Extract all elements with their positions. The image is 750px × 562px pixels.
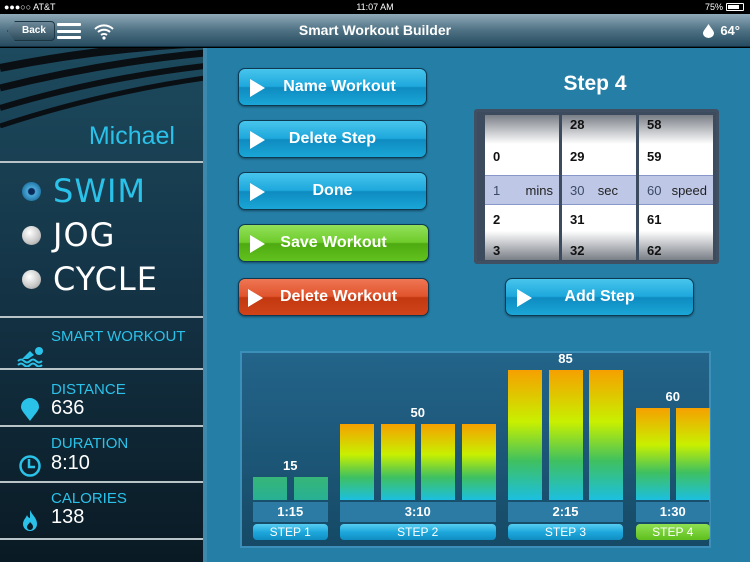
clock-icon <box>19 455 41 477</box>
step-title: Step 4 <box>563 72 627 95</box>
picker-selection: 30 sec <box>562 175 636 205</box>
bar-value-label: 85 <box>558 350 573 366</box>
picker-selection: 60 speed <box>639 175 713 205</box>
play-icon <box>250 79 265 97</box>
chart-bar <box>548 369 583 500</box>
chart-bar <box>380 423 415 500</box>
divider <box>0 538 205 540</box>
play-icon <box>250 183 265 201</box>
chart-bar <box>421 423 455 500</box>
chart-bar <box>461 423 496 500</box>
picker-column-sec[interactable]: 28 29 30 sec 31 32 <box>562 115 636 260</box>
divider <box>0 316 205 318</box>
add-step-button[interactable]: Add Step <box>505 278 694 316</box>
step-duration-label: 1:15 <box>253 502 328 522</box>
status-bar: ●●●○○ AT&T 11:07 AM 75% <box>0 0 750 14</box>
picker-column-mins[interactable]: 0 1 mins 2 3 <box>485 115 559 260</box>
radio-icon <box>22 269 41 289</box>
user-name: Michael <box>88 122 175 150</box>
back-button[interactable]: Back <box>7 21 55 41</box>
wifi-icon[interactable] <box>94 22 114 40</box>
step-duration-label: 2:15 <box>508 502 623 522</box>
chart-bar <box>340 423 374 500</box>
decorative-swoosh <box>0 48 205 128</box>
name-workout-button[interactable]: Name Workout <box>238 68 427 106</box>
location-pin-icon <box>21 398 39 421</box>
divider <box>0 481 205 483</box>
workout-step-chart: 15 1:15 STEP 1 50 3:10 STEP 2 85 2:15 STEP 3 60 1:… <box>240 351 711 548</box>
radio-icon <box>22 225 41 245</box>
divider <box>0 161 205 163</box>
divider <box>0 425 205 427</box>
chart-bar <box>589 369 623 500</box>
flame-icon <box>23 510 37 531</box>
battery-icon <box>726 3 744 11</box>
bar-value-label: 15 <box>283 458 298 474</box>
battery-percent: 75% <box>704 2 723 12</box>
picker-selection: 1 mins <box>485 175 559 205</box>
chart-bar <box>253 477 287 500</box>
play-icon <box>248 289 263 307</box>
step-tab[interactable]: STEP 4 <box>635 524 710 540</box>
clock: 11:07 AM <box>356 2 394 12</box>
menu-icon[interactable] <box>57 23 81 39</box>
picker-column-speed[interactable]: 58 59 60 speed 61 62 <box>639 115 713 260</box>
delete-step-button[interactable]: Delete Step <box>238 120 427 158</box>
mode-swim[interactable]: SWIM <box>22 172 146 210</box>
mode-cycle[interactable]: CYCLE <box>22 260 158 298</box>
step-duration-label: 1:30 <box>635 502 710 522</box>
bar-value-label: 60 <box>665 389 680 405</box>
sidebar: Michael SWIM JOG CYCLE SMART WORKOUT DIS… <box>0 48 205 562</box>
duration-speed-picker: 0 1 mins 2 3 28 29 30 sec 31 32 58 59 60 sp… <box>474 109 719 264</box>
radio-selected-icon <box>22 181 41 201</box>
save-workout-button[interactable]: Save Workout <box>238 224 429 262</box>
bar-value-label: 50 <box>410 404 425 420</box>
mode-jog[interactable]: JOG <box>22 216 115 254</box>
nav-bar: Smart Workout Builder Back 64° <box>0 14 750 47</box>
chart-bar <box>635 408 670 500</box>
step-tab[interactable]: STEP 2 <box>340 524 496 540</box>
temperature: 64° <box>720 23 740 38</box>
step-tab[interactable]: STEP 1 <box>253 524 328 540</box>
step-duration-label: 3:10 <box>340 502 496 522</box>
water-drop-icon <box>703 23 715 38</box>
play-icon <box>517 289 532 307</box>
play-icon <box>250 131 265 149</box>
step-tab[interactable]: STEP 3 <box>508 524 623 540</box>
divider <box>0 368 205 370</box>
chart-bar <box>676 408 710 500</box>
swimmer-icon <box>17 347 43 367</box>
delete-workout-button[interactable]: Delete Workout <box>238 278 429 316</box>
chart-bar <box>508 369 542 500</box>
chart-bar <box>293 477 328 500</box>
play-icon <box>250 235 265 253</box>
done-button[interactable]: Done <box>238 172 427 210</box>
